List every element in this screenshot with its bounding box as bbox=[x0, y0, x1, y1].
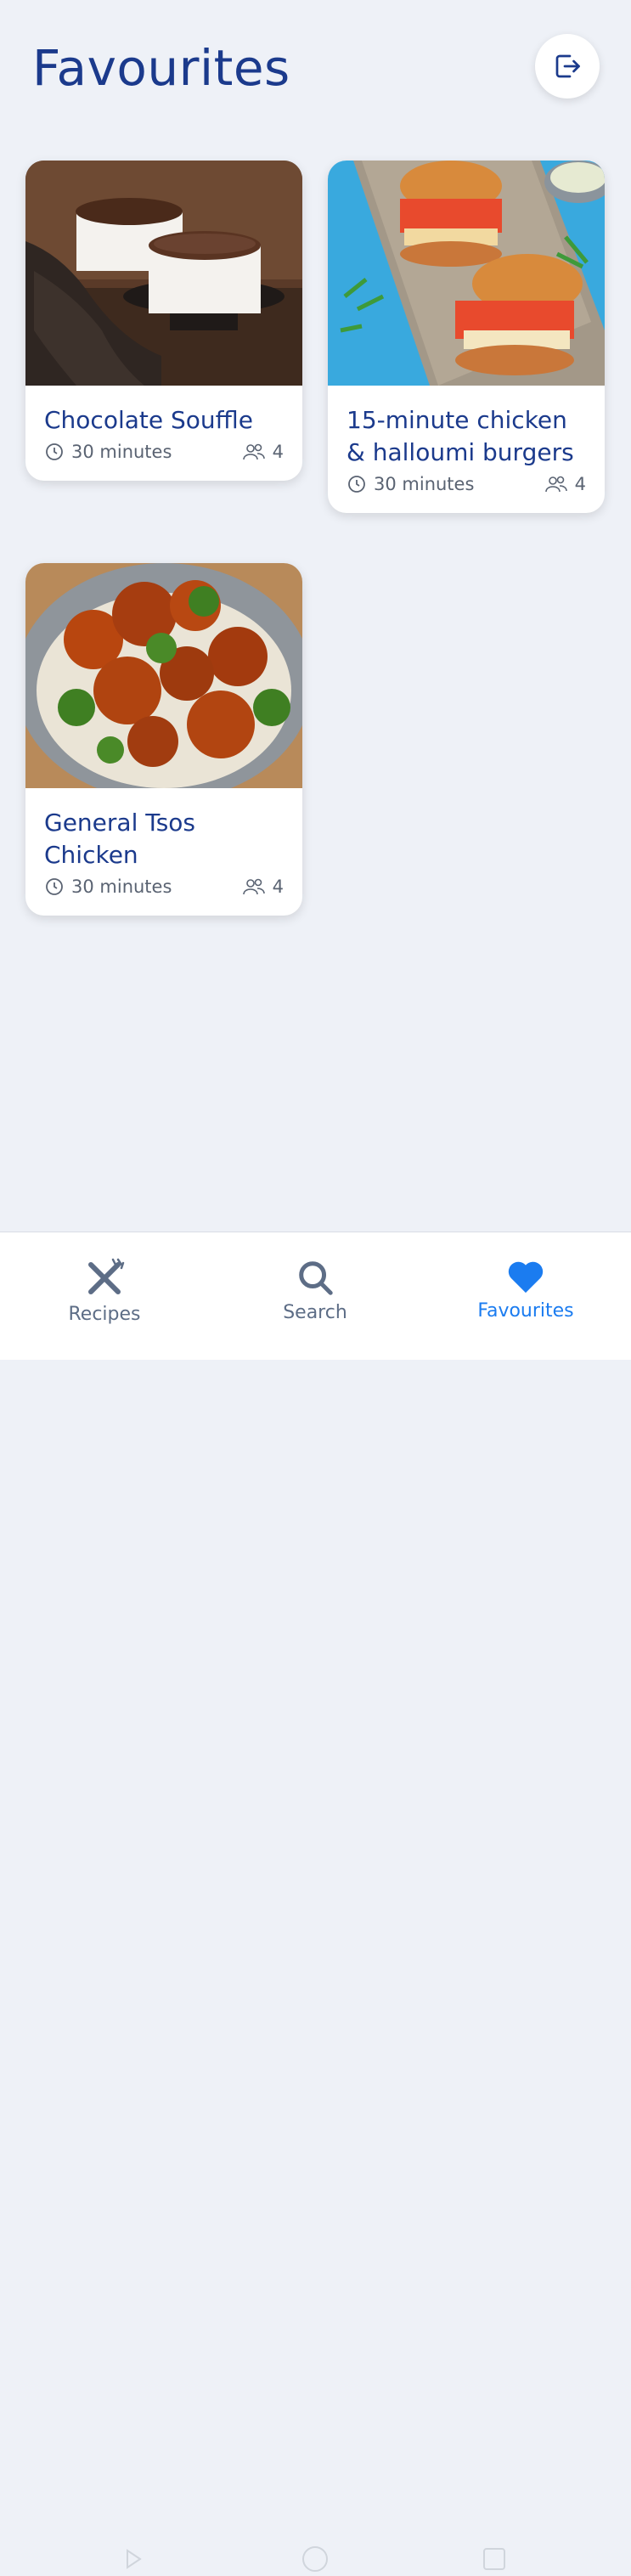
recipe-time: 30 minutes bbox=[71, 877, 172, 897]
chicken-halloumi-burgers-photo bbox=[328, 161, 605, 386]
recipe-servings: 4 bbox=[272, 442, 284, 462]
nav-item-search[interactable]: Search bbox=[230, 1258, 400, 1323]
recipe-servings: 4 bbox=[574, 474, 586, 494]
users-icon bbox=[242, 878, 265, 895]
users-icon bbox=[544, 476, 567, 493]
logout-icon bbox=[555, 54, 580, 78]
users-icon bbox=[242, 443, 265, 460]
heart-icon bbox=[508, 1261, 544, 1294]
recipe-card[interactable]: General Tsos Chicken 30 minutes 4 bbox=[25, 563, 302, 916]
recipe-card[interactable]: 15-minute chicken & halloumi burgers 30 … bbox=[328, 161, 605, 513]
clock-icon bbox=[348, 476, 365, 493]
recipe-card[interactable]: Chocolate Souffle 30 minutes 4 bbox=[25, 161, 302, 481]
nav-item-recipes[interactable]: Recipes bbox=[20, 1258, 189, 1325]
bottom-nav: Recipes Search Favourites bbox=[0, 1232, 631, 2572]
chocolate-souffle-photo bbox=[25, 161, 302, 386]
nav-label: Search bbox=[283, 1302, 347, 1323]
search-icon bbox=[299, 1261, 333, 1295]
recipe-time: 30 minutes bbox=[374, 474, 475, 494]
recipe-servings: 4 bbox=[272, 877, 284, 897]
general-tsos-chicken-photo bbox=[25, 563, 302, 788]
logout-button[interactable] bbox=[535, 34, 600, 99]
clock-icon bbox=[46, 443, 63, 460]
clock-icon bbox=[46, 878, 63, 895]
recipe-title: General Tsos Chicken bbox=[44, 809, 196, 869]
system-nav-bar bbox=[127, 2546, 505, 2572]
recipe-time: 30 minutes bbox=[71, 442, 172, 462]
nav-item-favourites[interactable]: Favourites bbox=[441, 1258, 611, 1322]
recipe-title: 15-minute chicken & halloumi burgers bbox=[346, 406, 574, 466]
page-title: Favourites bbox=[32, 39, 290, 97]
nav-label: Favourites bbox=[477, 1300, 574, 1322]
nav-label: Recipes bbox=[68, 1304, 141, 1325]
fork-knife-icon bbox=[88, 1258, 125, 1294]
recipe-title: Chocolate Souffle bbox=[44, 406, 253, 434]
